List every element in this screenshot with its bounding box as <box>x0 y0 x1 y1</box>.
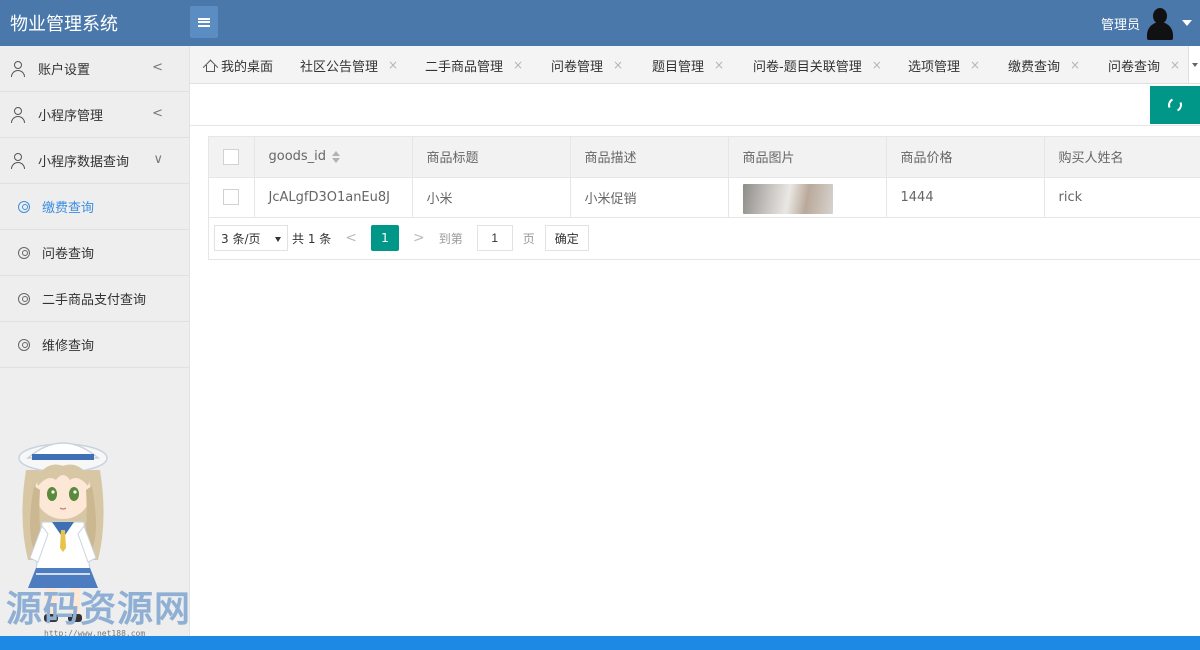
column-header-label: goods_id <box>268 149 327 165</box>
top-header: 物业管理系统 管理员 <box>0 0 1200 46</box>
jump-confirm-button[interactable]: 确定 <box>544 225 589 251</box>
tab-bar: 我的桌面 社区公告管理 × 二手商品管理 × 问卷管理 × 题目管理 × 问卷-… <box>190 46 1200 84</box>
close-icon[interactable]: × <box>872 58 882 72</box>
tab-payment-query[interactable]: 缴费查询 × <box>1008 46 1080 83</box>
sidebar-item-label: 账户设置 <box>38 63 91 78</box>
app-title: 物业管理系统 <box>10 14 118 35</box>
menu-toggle-button[interactable] <box>190 6 218 38</box>
tab-question-management[interactable]: 题目管理 × <box>652 46 724 83</box>
tab-label: 二手商品管理 <box>425 59 504 75</box>
bottom-bar <box>0 636 1200 650</box>
select-all-checkbox[interactable] <box>223 148 239 165</box>
product-thumbnail[interactable] <box>742 183 833 214</box>
tab-label: 我的桌面 <box>221 59 274 75</box>
current-page-button[interactable]: 1 <box>371 225 399 251</box>
jump-page-input[interactable] <box>476 225 513 251</box>
table-row[interactable]: JcALgfD3O1anEu8J 小米 小米促销 1444 rick <box>209 177 1200 218</box>
column-header-description: 商品描述 <box>570 137 729 178</box>
circle-icon <box>18 338 30 351</box>
sidebar-item-miniprogram-data-query[interactable]: 小程序数据查询 ∨ <box>0 138 189 184</box>
tab-option-management[interactable]: 选项管理 × <box>908 46 980 83</box>
tab-survey-question-link[interactable]: 问卷-题目关联管理 × <box>753 46 882 83</box>
circle-icon <box>18 246 30 259</box>
tab-community-notice[interactable]: 社区公告管理 × <box>300 46 398 83</box>
tab-label: 缴费查询 <box>1008 59 1061 75</box>
sidebar-item-miniprogram-management[interactable]: 小程序管理 < <box>0 92 189 138</box>
sidebar-subitem-payment-query[interactable]: 缴费查询 <box>0 184 189 230</box>
close-icon[interactable]: × <box>1170 58 1180 72</box>
column-header-goods-id[interactable]: goods_id <box>254 137 413 178</box>
column-header-buyer-name: 购买人姓名 <box>1044 137 1200 178</box>
sort-icon[interactable] <box>332 150 342 164</box>
hamburger-icon <box>198 17 210 27</box>
close-icon[interactable]: × <box>513 58 523 72</box>
cell-title: 小米 <box>412 177 571 218</box>
cell-buyer-name: rick <box>1044 177 1200 218</box>
sidebar-subitem-label: 缴费查询 <box>42 201 95 216</box>
tab-secondhand-goods[interactable]: 二手商品管理 × <box>425 46 523 83</box>
user-menu[interactable]: 管理员 <box>1101 6 1192 40</box>
user-icon <box>10 60 26 77</box>
chevron-left-icon: < <box>152 106 163 121</box>
user-icon <box>10 106 26 123</box>
tab-survey-query[interactable]: 问卷查询 × <box>1108 46 1180 83</box>
cell-goods-id: JcALgfD3O1anEu8J <box>254 177 413 218</box>
page-unit-label: 页 <box>522 231 535 246</box>
tab-label: 问卷查询 <box>1108 59 1161 75</box>
column-header-image: 商品图片 <box>728 137 887 178</box>
chevron-left-icon: < <box>152 60 163 75</box>
sidebar-subitem-secondhand-payment-query[interactable]: 二手商品支付查询 <box>0 276 189 322</box>
cell-price: 1444 <box>886 177 1045 218</box>
cell-description: 小米促销 <box>570 177 729 218</box>
table-header-row: goods_id 商品标题 商品描述 商品图片 商品价格 购买人姓名 <box>209 137 1200 178</box>
sidebar-item-label: 小程序数据查询 <box>38 155 130 170</box>
total-count: 共 1 条 <box>292 231 332 246</box>
circle-icon <box>18 200 30 213</box>
pagination: 3 条/页 共 1 条 < 1 > 到第 页 确定 <box>214 224 589 252</box>
tab-scroll-button[interactable] <box>1188 46 1200 83</box>
tab-label: 题目管理 <box>652 59 705 75</box>
sidebar-item-label: 小程序管理 <box>38 109 104 124</box>
close-icon[interactable]: × <box>970 58 980 72</box>
tab-my-desktop[interactable]: 我的桌面 <box>202 46 274 83</box>
column-header-price: 商品价格 <box>886 137 1045 178</box>
tab-label: 问卷管理 <box>551 59 604 75</box>
sidebar-item-account-settings[interactable]: 账户设置 < <box>0 46 189 92</box>
toolbar <box>190 84 1200 126</box>
tab-survey-management[interactable]: 问卷管理 × <box>551 46 623 83</box>
tab-label: 问卷-题目关联管理 <box>753 59 862 75</box>
chevron-down-icon: ∨ <box>153 152 163 167</box>
page-size-select[interactable]: 3 条/页 <box>214 225 288 251</box>
close-icon[interactable]: × <box>714 58 724 72</box>
sidebar-subitem-label: 二手商品支付查询 <box>42 293 147 308</box>
sidebar-subitem-survey-query[interactable]: 问卷查询 <box>0 230 189 276</box>
sidebar-subitem-label: 维修查询 <box>42 339 95 354</box>
header-checkbox-cell <box>209 137 255 178</box>
refresh-button[interactable] <box>1150 86 1200 124</box>
user-avatar-icon <box>1146 6 1174 40</box>
refresh-icon <box>1166 96 1184 114</box>
circle-icon <box>18 292 30 305</box>
close-icon[interactable]: × <box>613 58 623 72</box>
watermark-logo: 源码资源网 <box>6 588 192 630</box>
user-name: 管理员 <box>1100 17 1140 33</box>
close-icon[interactable]: × <box>1070 58 1080 72</box>
prev-page-button[interactable]: < <box>345 230 357 246</box>
home-icon <box>202 59 219 75</box>
tab-label: 社区公告管理 <box>300 59 379 75</box>
jump-to-label: 到第 <box>438 231 463 246</box>
next-page-button[interactable]: > <box>413 230 425 246</box>
column-header-title: 商品标题 <box>412 137 571 178</box>
sidebar-subitem-label: 问卷查询 <box>42 247 95 262</box>
user-icon <box>10 152 26 169</box>
cell-image <box>728 177 887 218</box>
chevron-down-icon <box>1182 20 1192 26</box>
row-checkbox-cell <box>209 177 255 218</box>
tab-label: 选项管理 <box>908 59 961 75</box>
close-icon[interactable]: × <box>388 58 398 72</box>
row-checkbox[interactable] <box>223 189 239 205</box>
sidebar-subitem-repair-query[interactable]: 维修查询 <box>0 322 189 368</box>
